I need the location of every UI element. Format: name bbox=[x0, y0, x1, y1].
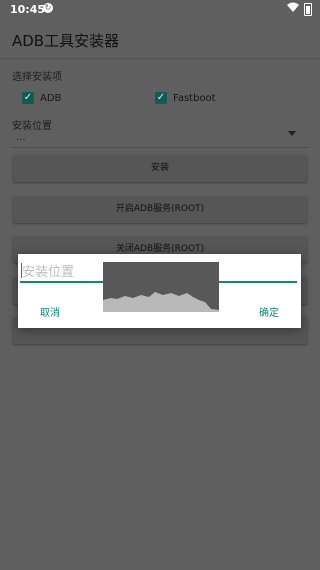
appbar-divider bbox=[0, 58, 320, 59]
install-options-label: 选择安装项 bbox=[12, 72, 62, 83]
spinner-underline bbox=[12, 147, 308, 148]
adb-checkbox-label[interactable]: ADB bbox=[40, 93, 61, 104]
dropdown-arrow-icon bbox=[288, 131, 296, 136]
sync-icon: ↻ bbox=[43, 3, 53, 13]
install-location-dialog: 安装位置 取消 确定 bbox=[18, 254, 301, 328]
adb-checkbox[interactable]: ✓ bbox=[22, 92, 34, 104]
install-location-input[interactable]: 安装位置 bbox=[22, 261, 74, 280]
checkmark-icon: ✓ bbox=[156, 92, 166, 103]
status-time: 10:45 bbox=[10, 3, 46, 16]
fastboot-checkbox[interactable]: ✓ bbox=[155, 92, 167, 104]
cancel-button[interactable]: 取消 bbox=[40, 304, 60, 319]
checkmark-icon: ✓ bbox=[23, 92, 33, 103]
battery-icon bbox=[304, 3, 312, 16]
status-bar: 10:45 ↻ bbox=[0, 0, 320, 18]
install-button[interactable]: 安装 bbox=[13, 155, 307, 182]
spinner-value: ... bbox=[16, 132, 26, 143]
start-adb-service-button[interactable]: 开启ADB服务(ROOT) bbox=[13, 196, 307, 223]
fastboot-checkbox-label[interactable]: Fastboot bbox=[173, 93, 216, 104]
install-location-label: 安装位置 bbox=[12, 121, 52, 132]
app-title: ADB工具安装器 bbox=[12, 32, 120, 50]
confirm-button[interactable]: 确定 bbox=[259, 304, 279, 319]
wifi-icon bbox=[287, 2, 299, 16]
overlay-image bbox=[103, 262, 219, 312]
